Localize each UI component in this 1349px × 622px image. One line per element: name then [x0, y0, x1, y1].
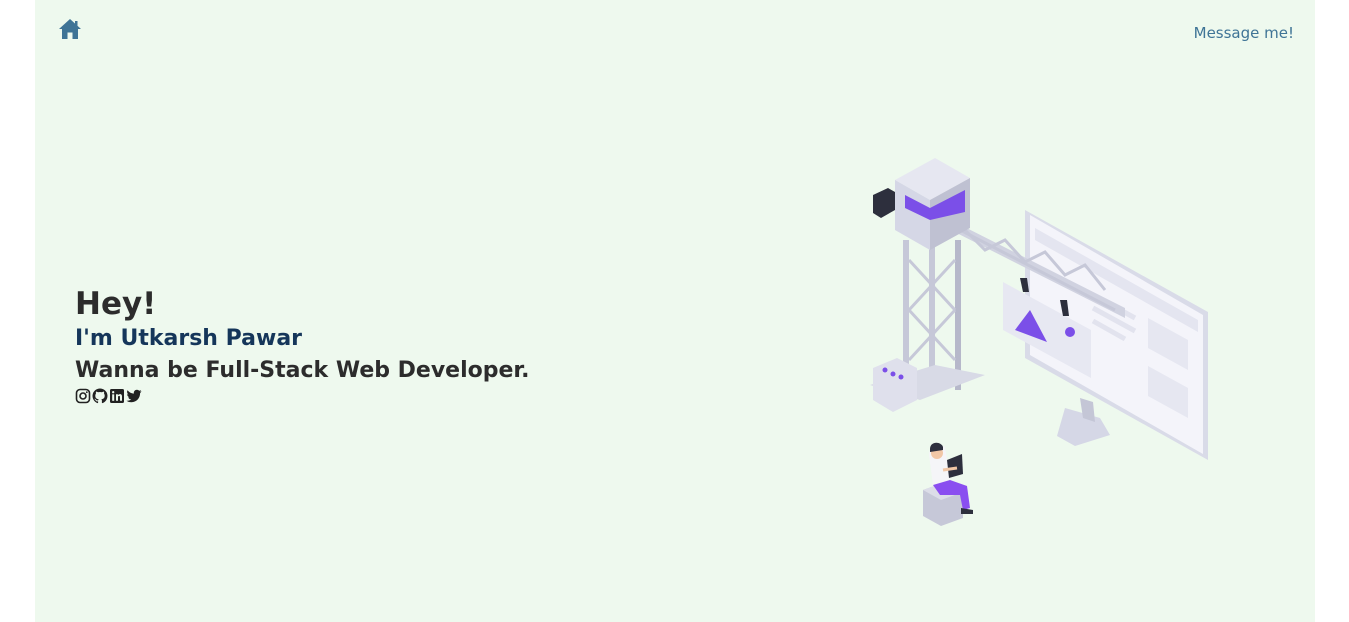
- instagram-icon: [75, 388, 91, 404]
- github-link[interactable]: [92, 388, 108, 404]
- developer-illustration: [870, 158, 1208, 526]
- twitter-icon: [126, 389, 142, 403]
- intro-section: Hey! I'm Utkarsh Pawar Wanna be Full-Sta…: [75, 285, 529, 404]
- linkedin-link[interactable]: [109, 388, 125, 404]
- developer-figure: [923, 442, 973, 526]
- github-icon: [92, 388, 108, 404]
- home-icon: [59, 19, 81, 39]
- home-link[interactable]: [58, 18, 82, 42]
- role-heading: Wanna be Full-Stack Web Developer.: [75, 358, 530, 383]
- linkedin-icon: [110, 389, 124, 403]
- instagram-link[interactable]: [75, 388, 91, 404]
- message-me-link[interactable]: Message me!: [1194, 24, 1294, 42]
- page-container: Message me! Hey! I'm Utkarsh Pawar Wanna…: [35, 0, 1315, 622]
- twitter-link[interactable]: [126, 388, 142, 404]
- social-links: [75, 388, 529, 404]
- greeting-heading: Hey!: [75, 286, 157, 322]
- name-heading: I'm Utkarsh Pawar: [75, 326, 303, 351]
